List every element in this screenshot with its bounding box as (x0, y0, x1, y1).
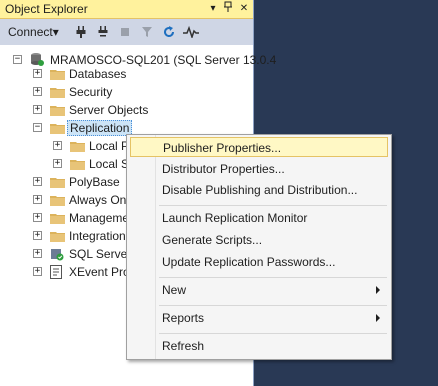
expand-icon[interactable]: + (33, 177, 42, 186)
submenu-arrow-icon (376, 286, 380, 294)
menu-item-label: Publisher Properties... (163, 141, 282, 155)
menu-item-label: New (162, 283, 187, 297)
xevent-icon (50, 265, 62, 279)
menu-item-generate-scripts[interactable]: Generate Scripts... (130, 230, 388, 250)
folder-icon (70, 158, 86, 170)
tree-label: PolyBase (69, 175, 120, 189)
folder-icon (70, 140, 86, 152)
menu-item-new[interactable]: New (130, 280, 388, 300)
tree-label: Databases (69, 67, 127, 81)
server-icon (30, 52, 44, 66)
expand-icon[interactable]: + (33, 231, 42, 240)
pin-icon[interactable] (221, 1, 235, 16)
menu-item-update-replication-passwords[interactable]: Update Replication Passwords... (130, 252, 388, 272)
menu-item-label: Disable Publishing and Distribution... (162, 183, 358, 197)
tree-label: Integration (69, 229, 126, 243)
panel-title-bar: Object Explorer ▾ ✕ (0, 0, 253, 19)
expand-icon[interactable]: + (33, 267, 42, 276)
tree-label: SQL Server (69, 247, 132, 261)
menu-item-label: Generate Scripts... (162, 233, 263, 247)
filter-icon[interactable] (138, 23, 156, 41)
tree-label: Local S (89, 157, 130, 171)
expand-icon[interactable]: + (33, 249, 42, 258)
tree-label-selected: Replication (67, 120, 133, 136)
menu-item-launch-replication-monitor[interactable]: Launch Replication Monitor (130, 208, 388, 228)
folder-icon (50, 212, 66, 224)
close-icon[interactable]: ✕ (237, 1, 251, 16)
folder-icon (50, 230, 66, 242)
menu-item-label: Refresh (162, 339, 205, 353)
activity-monitor-icon[interactable] (182, 23, 200, 41)
menu-item-publisher-properties[interactable]: Publisher Properties... (130, 137, 388, 157)
folder-icon (50, 104, 66, 116)
expand-icon[interactable]: + (33, 69, 42, 78)
menu-separator (159, 305, 387, 306)
folder-icon (50, 176, 66, 188)
panel-title: Object Explorer (5, 2, 88, 16)
menu-separator (159, 205, 387, 206)
connect-icon[interactable] (72, 23, 90, 41)
context-menu: Publisher Properties... Distributor Prop… (126, 134, 392, 360)
expand-icon[interactable]: + (33, 87, 42, 96)
expand-icon[interactable]: + (53, 141, 62, 150)
dropdown-icon[interactable]: ▾ (206, 1, 220, 16)
menu-item-refresh[interactable]: Refresh (130, 336, 388, 356)
folder-icon (50, 122, 66, 134)
chevron-down-icon: ▾ (52, 25, 59, 39)
expand-icon[interactable]: + (33, 105, 42, 114)
refresh-icon[interactable] (160, 23, 178, 41)
object-explorer-toolbar: Connect▾ (0, 19, 253, 45)
menu-item-label: Reports (162, 311, 205, 325)
disconnect-icon[interactable] (94, 23, 112, 41)
collapse-icon[interactable]: − (13, 55, 22, 64)
tree-label: XEvent Pro (69, 265, 130, 279)
tree-label: Server Objects (69, 103, 149, 117)
menu-item-label: Launch Replication Monitor (162, 211, 308, 225)
menu-separator (159, 277, 387, 278)
folder-icon (50, 86, 66, 98)
tree-label: Local P (89, 139, 130, 153)
stop-icon[interactable] (116, 23, 134, 41)
tree-label: Security (69, 85, 113, 99)
menu-item-reports[interactable]: Reports (130, 308, 388, 328)
menu-item-label: Distributor Properties... (162, 162, 285, 176)
connect-button[interactable]: Connect▾ (8, 25, 59, 39)
expand-icon[interactable]: + (33, 195, 42, 204)
expand-icon[interactable]: + (53, 159, 62, 168)
tree-node-security[interactable]: + Security (0, 83, 253, 101)
menu-item-distributor-properties[interactable]: Distributor Properties... (130, 159, 388, 179)
tree-label: Always On (69, 193, 127, 207)
menu-separator (159, 333, 387, 334)
tree-node-server-objects[interactable]: + Server Objects (0, 101, 253, 119)
collapse-icon[interactable]: − (33, 123, 42, 132)
menu-item-disable-publishing[interactable]: Disable Publishing and Distribution... (130, 180, 388, 200)
tree-node-databases[interactable]: + Databases (0, 65, 253, 83)
tree-label: Manageme (69, 211, 130, 225)
menu-item-label: Update Replication Passwords... (162, 255, 336, 269)
connect-label: Connect (8, 25, 53, 39)
folder-icon (50, 194, 66, 206)
folder-icon (50, 68, 66, 80)
expand-icon[interactable]: + (33, 213, 42, 222)
sql-agent-icon (50, 247, 64, 261)
submenu-arrow-icon (376, 314, 380, 322)
